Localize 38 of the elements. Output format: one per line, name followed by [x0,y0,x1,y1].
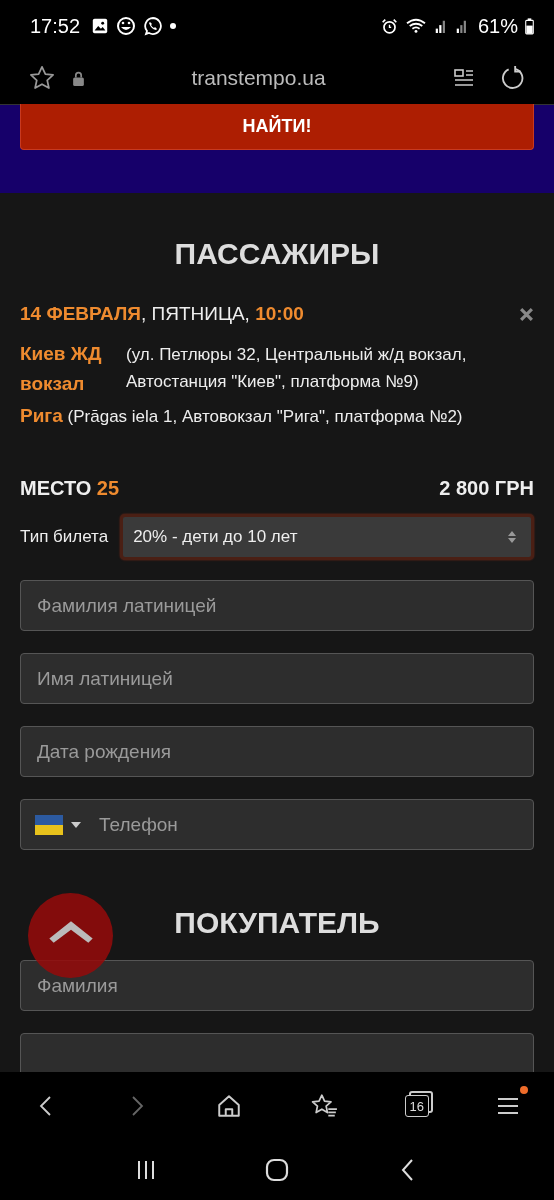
arrival-line: Рига (Prāgas iela 1, Автовокзал "Рига", платформа №2) [20,404,464,428]
ticket-type-label: Тип билета [20,527,109,547]
alarm-icon [380,17,398,35]
text-field[interactable]: Фамилия латиницей [20,580,534,631]
url-text[interactable]: transtempo.ua [101,66,416,90]
text-field[interactable]: Дата рождения [20,726,534,777]
wifi-icon [404,17,427,35]
smiley-icon [116,16,137,36]
text-field[interactable]: Фамилия [20,960,534,1011]
sort-arrows-icon [507,530,517,544]
flag-icon[interactable] [35,814,63,835]
search-button[interactable]: НАЙТИ! [20,104,534,150]
star-icon[interactable] [28,64,56,92]
phone-input[interactable]: Телефон [97,812,517,837]
battery-icon [525,17,534,35]
bookmarks-icon[interactable] [309,1093,338,1119]
section-title: ПАССАЖИРЫ [174,237,380,271]
text-field[interactable]: Имя латиницей [20,653,534,704]
section-title: ПОКУПАТЕЛЬ [174,906,380,940]
phone-chat-icon [143,16,164,36]
home-icon[interactable] [265,1158,289,1182]
image-icon [91,17,110,35]
text-field[interactable] [20,1033,534,1072]
departure-address: (ул. Петлюры 32, Центральный ж/д вокзал, Автостанция "Киев", платформа №9) [126,344,468,393]
trip-date: 14 ФЕВРАЛЯ, ПЯТНИЦА, 10:00 [20,303,304,325]
close-icon[interactable] [519,306,534,322]
refresh-icon[interactable] [500,65,526,91]
dot-icon [170,23,177,29]
departure-city: Киев ЖД вокзал [20,342,103,396]
home-icon[interactable] [216,1093,243,1119]
battery-percent: 61% [477,14,518,38]
ticket-type-select[interactable]: 20% - дети до 10 лет [120,514,534,560]
seat-label: МЕСТО 25 [20,477,120,500]
status-time: 17:52 [30,14,81,38]
caret-icon[interactable] [71,821,81,828]
lock-icon [72,70,85,86]
ticket-price: 2 800 ГРН [439,477,534,500]
phone-field[interactable]: Телефон [20,799,534,850]
